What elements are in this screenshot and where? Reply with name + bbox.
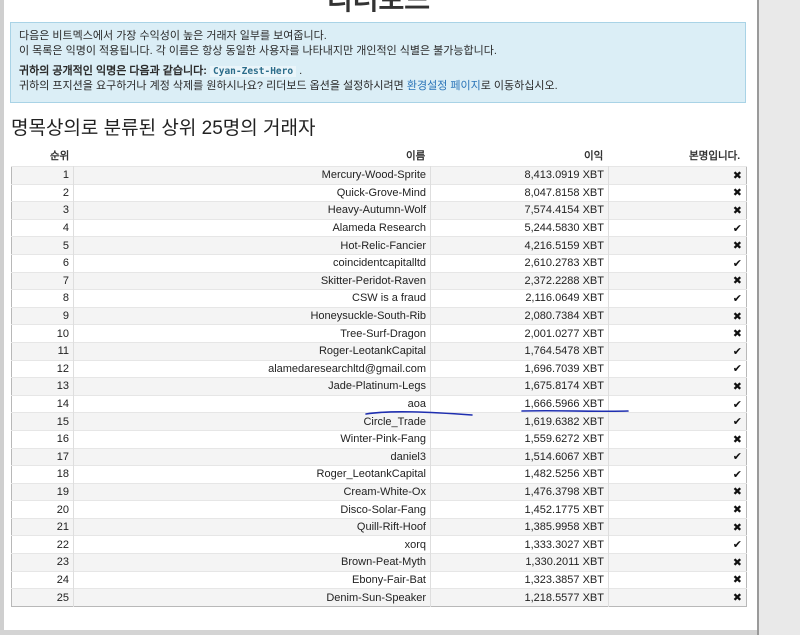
handwritten-underline-annotation [365, 409, 629, 416]
